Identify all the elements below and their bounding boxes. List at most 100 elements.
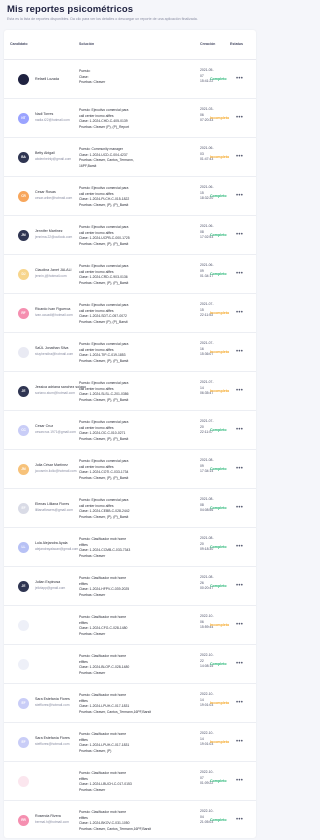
status-badge: Incompleto — [210, 116, 230, 120]
more-options-icon[interactable]: ••• — [236, 778, 243, 784]
table-row[interactable]: RR Rosenda Rivera bermal.h@hotmail.com Pues… — [4, 801, 256, 838]
solution-line: Pruebas: Cleaver (P), (P)_Barsit — [79, 319, 128, 324]
table-row[interactable]: EF Sara Estefanía Flores stefflores@hotmai… — [4, 723, 256, 762]
solution-line: Pruebas: Cleaver, Cantos_Termann,16PF,Ba… — [79, 709, 151, 714]
solution-line: 16PF,Barsit — [79, 163, 97, 168]
status-badge: Completo — [210, 428, 227, 432]
status-badge: Incompleto — [210, 701, 230, 705]
candidate-name: SaÚL Jonathan Silva — [35, 346, 69, 350]
more-options-icon[interactable]: ••• — [236, 193, 243, 199]
candidate-name: Betty Abigail — [35, 151, 55, 155]
candidate-email: jennin.j@hotmail.com — [35, 274, 67, 278]
table-row[interactable]: Refaell Lozada Puesto: Clase: Pruebas: Cl… — [4, 60, 256, 99]
candidate-email: stefflores@hotmail.com — [35, 742, 70, 746]
solution-line: Pruebas: Cleaver — [79, 80, 106, 85]
avatar — [18, 74, 29, 85]
solution-details: Puesto: Clasificador mob home elfites Clas… — [79, 576, 194, 598]
table-row[interactable]: JE Julian Espinosa jelivlapp@gmail.com Pues… — [4, 567, 256, 606]
table-row[interactable]: BA Betty Abigail abdenheinly@gmail.com Pues… — [4, 138, 256, 177]
solution-details: Puesto: Clase: Pruebas: Cleaver — [79, 69, 194, 86]
avatar — [18, 776, 29, 787]
more-options-icon[interactable]: ••• — [236, 544, 243, 550]
avatar: EF — [18, 698, 29, 709]
table-row[interactable]: CR Cesar Rosas cesar.uribe@hotmail.com Pues… — [4, 177, 256, 216]
solution-details: Puesto: Clasificador mob home elfites Clas… — [79, 654, 194, 676]
solution-details: Puesto: Ejecutivo comercial para call cen… — [79, 264, 194, 286]
table-row[interactable]: Puesto: Clasificador mob home elfites Clas… — [4, 762, 256, 801]
table-row[interactable]: DJ Claudina Janet JALALI jennin.j@hotmail.… — [4, 255, 256, 294]
page-title: Mis reportes psicométricos — [7, 4, 134, 15]
table-row[interactable]: Puesto: Clasificador mob home elfites Clas… — [4, 645, 256, 684]
more-options-icon[interactable]: ••• — [236, 271, 243, 277]
solution-line: Pruebas: Cleaver, (P), (P)_Barsit — [79, 358, 129, 363]
candidate-name: Lula Alejandra Ayala — [35, 541, 68, 545]
more-options-icon[interactable]: ••• — [236, 388, 243, 394]
more-options-icon[interactable]: ••• — [236, 349, 243, 355]
table-row[interactable]: SaÚL Jonathan Silva stuyhendira@hotmail.c… — [4, 333, 256, 372]
table-row[interactable]: LL Lula Alejandra Ayala alejandrayalacan@g… — [4, 528, 256, 567]
solution-details: Puesto: Ejecutivo comercial para call cen… — [79, 420, 194, 442]
more-options-icon[interactable]: ••• — [236, 700, 243, 706]
more-options-icon[interactable]: ••• — [236, 583, 243, 589]
table-row[interactable]: CC Cesar Cruz cesarcruz.1971@gmail.com Pues… — [4, 411, 256, 450]
avatar: BA — [18, 152, 29, 163]
avatar: CC — [18, 425, 29, 436]
reports-table: Candidato Solución Creación Estatus Refa… — [4, 30, 256, 838]
table-row[interactable]: RF Ricardo Ivan Figueroa ivan.ucuadi@hotma… — [4, 294, 256, 333]
solution-details: Puesto: Clasificador mob home elfites Clas… — [79, 615, 194, 637]
status-badge: Completo — [210, 467, 227, 471]
more-options-icon[interactable]: ••• — [236, 154, 243, 160]
solution-line: Pruebas: Cleaver, (P) — [79, 748, 112, 753]
solution-details: Puesto: Ejecutivo comercial para call cen… — [79, 381, 194, 403]
candidate-email: cesarcruz.1971@gmail.com — [35, 430, 76, 434]
solution-line: Pruebas: Cleaver — [79, 787, 106, 792]
more-options-icon[interactable]: ••• — [236, 817, 243, 823]
more-options-icon[interactable]: ••• — [236, 427, 243, 433]
candidate-name: Julia César Martínez — [35, 463, 68, 467]
candidate-name: Rosenda Rivera — [35, 814, 61, 818]
status-badge: Incompleto — [210, 350, 230, 354]
candidate-name: Jennifer Martinez — [35, 229, 63, 233]
solution-details: Puesto: Clasificador mob home elfites Clas… — [79, 693, 194, 715]
more-options-icon[interactable]: ••• — [236, 622, 243, 628]
table-row[interactable]: NT Nadi Torres nadia.t22@hotmail.com Puesto… — [4, 99, 256, 138]
solution-line: Pruebas: Cleaver, Cantos_Termann,16PF,Ba… — [79, 826, 151, 831]
candidate-name: Claudina Janet JALALI — [35, 268, 72, 272]
solution-details: Puesto: Clasificador mob home elfites Clas… — [79, 810, 194, 832]
status-badge: Incompleto — [210, 389, 230, 393]
table-row[interactable]: JE Jessica adriana sanchez solano soriano.… — [4, 372, 256, 411]
more-options-icon[interactable]: ••• — [236, 232, 243, 238]
solution-details: Puesto: Community manager Clase: 1-2024-U… — [79, 147, 194, 169]
candidate-name: Sara Estefanía Flores — [35, 736, 70, 740]
more-options-icon[interactable]: ••• — [236, 739, 243, 745]
candidate-name: Cesar Rosas — [35, 190, 56, 194]
avatar: JM — [18, 464, 29, 475]
column-header-status[interactable]: Estatus — [230, 42, 243, 46]
status-badge: Completo — [210, 77, 227, 81]
table-row[interactable]: EF Sara Estefanía Flores stefflores@hotmai… — [4, 684, 256, 723]
more-options-icon[interactable]: ••• — [236, 661, 243, 667]
column-header-creation[interactable]: Creación — [200, 42, 215, 46]
more-options-icon[interactable]: ••• — [236, 466, 243, 472]
solution-line: Pruebas: Cleaver — [79, 592, 106, 597]
more-options-icon[interactable]: ••• — [236, 76, 243, 82]
status-badge: Completo — [210, 194, 227, 198]
more-options-icon[interactable]: ••• — [236, 310, 243, 316]
more-options-icon[interactable]: ••• — [236, 505, 243, 511]
table-header: Candidato Solución Creación Estatus — [4, 30, 256, 60]
candidate-email: alejandrayalacan@gmail.com — [35, 547, 79, 551]
candidate-email: bermal.h@hotmail.com — [35, 820, 69, 824]
solution-details: Puesto: Ejecutivo comercial para call cen… — [79, 303, 194, 325]
solution-details: Puesto: Ejecutivo comercial para call cen… — [79, 186, 194, 208]
candidate-email: jelivlapp@gmail.com — [35, 586, 66, 590]
table-row[interactable]: JM Julia César Martínez jccosmin.liollo@ho… — [4, 450, 256, 489]
solution-line: Pruebas: Cleaver — [79, 670, 106, 675]
solution-details: Puesto: Clasificador mob home elfites Clas… — [79, 537, 194, 559]
column-header-candidate[interactable]: Candidato — [10, 42, 28, 46]
solution-details: Puesto: Ejecutivo comercial para call cen… — [79, 225, 194, 247]
column-header-solution[interactable]: Solución — [79, 42, 94, 46]
table-row[interactable]: JM Jennifer Martinez jennima.22@outlook.co… — [4, 216, 256, 255]
table-row[interactable]: EF Elenas Lilliana Flores lillianaflowers@… — [4, 489, 256, 528]
table-row[interactable]: Puesto: Clasificador mob home elfites Clas… — [4, 606, 256, 645]
more-options-icon[interactable]: ••• — [236, 115, 243, 121]
